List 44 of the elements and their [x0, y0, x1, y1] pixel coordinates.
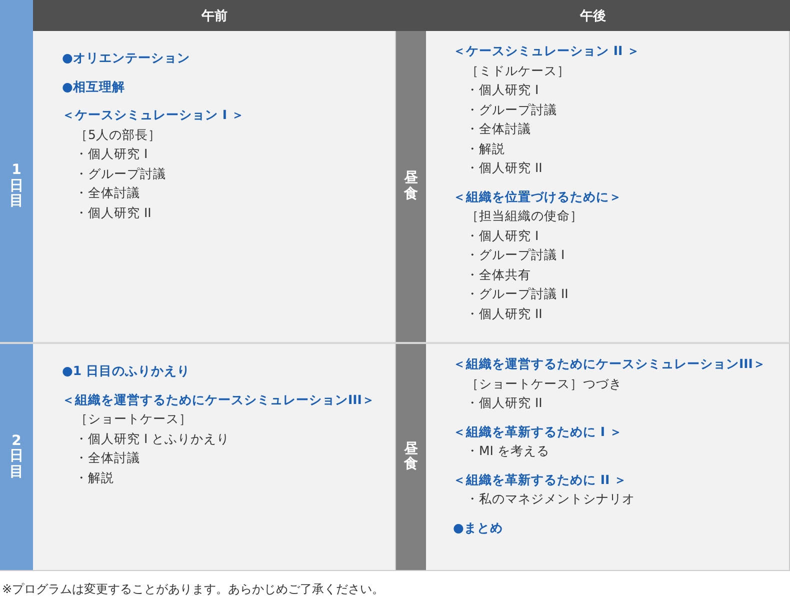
agenda-item: ・私のマネジメントシナリオ: [465, 490, 635, 508]
session-title: ●まとめ: [453, 518, 503, 536]
agenda-item: ・個人研究 I: [465, 81, 539, 99]
day-label: 2日目: [0, 342, 33, 570]
agenda-item: ・MI を考える: [465, 442, 550, 460]
agenda-item: ・個人研究 II: [74, 204, 152, 222]
case-label: ［ミドルケース］: [465, 62, 570, 80]
session-title: ●オリエンテーション: [62, 49, 190, 67]
agenda-item: ・個人研究 II: [465, 159, 542, 177]
section-heading: ＜組織を運営するためにケースシミュレーションIII＞: [453, 355, 766, 373]
column-header: 午前: [33, 0, 396, 31]
session-title: ●1 日目のふりかえり: [62, 362, 190, 380]
agenda-item: ・全体討議: [465, 120, 531, 138]
section-heading: ＜ケースシミュレーション I ＞: [62, 106, 244, 124]
agenda-item: ・個人研究 I: [74, 145, 148, 163]
agenda-item: ・個人研究 I: [465, 226, 539, 244]
agenda-item: ・グループ討議: [465, 100, 557, 118]
section-heading: ＜ケースシミュレーション II ＞: [453, 42, 640, 60]
column-header: 午後: [396, 0, 790, 31]
session-title: ●相互理解: [62, 78, 125, 96]
case-label: ［ショートケース］つづき: [465, 374, 622, 392]
agenda-item: ・グループ討議 II: [465, 285, 568, 303]
agenda-item: ・個人研究 I とふりかえり: [74, 430, 230, 448]
agenda-item: ・グループ討議: [74, 164, 166, 182]
corner-cell: [0, 0, 33, 31]
case-label: ［5人の部長］: [74, 126, 161, 144]
section-heading: ＜組織を位置づけるために＞: [453, 188, 622, 206]
case-label: ［ショートケース］: [74, 410, 192, 428]
agenda-item: ・解説: [74, 468, 114, 486]
agenda-item: ・グループ討議 I: [465, 246, 565, 264]
section-heading: ＜組織を運営するためにケースシミュレーションIII＞: [62, 390, 375, 408]
lunch-label: 昼食: [396, 31, 426, 342]
agenda-item: ・全体共有: [465, 266, 531, 284]
case-label: ［担当組織の使命］: [465, 207, 583, 225]
footnote: ※プログラムは変更することがあります。あらかじめご了承ください。: [2, 581, 386, 598]
agenda-item: ・全体討議: [74, 184, 140, 202]
section-heading: ＜組織を革新するために II ＞: [453, 470, 628, 488]
section-heading: ＜組織を革新するために I ＞: [453, 422, 622, 440]
lunch-label: 昼食: [396, 342, 426, 570]
agenda-item: ・解説: [465, 140, 505, 158]
agenda-item: ・個人研究 II: [465, 304, 542, 322]
day-label: 1日目: [0, 31, 33, 342]
agenda-item: ・個人研究 II: [465, 394, 542, 412]
agenda-item: ・全体討議: [74, 449, 140, 467]
